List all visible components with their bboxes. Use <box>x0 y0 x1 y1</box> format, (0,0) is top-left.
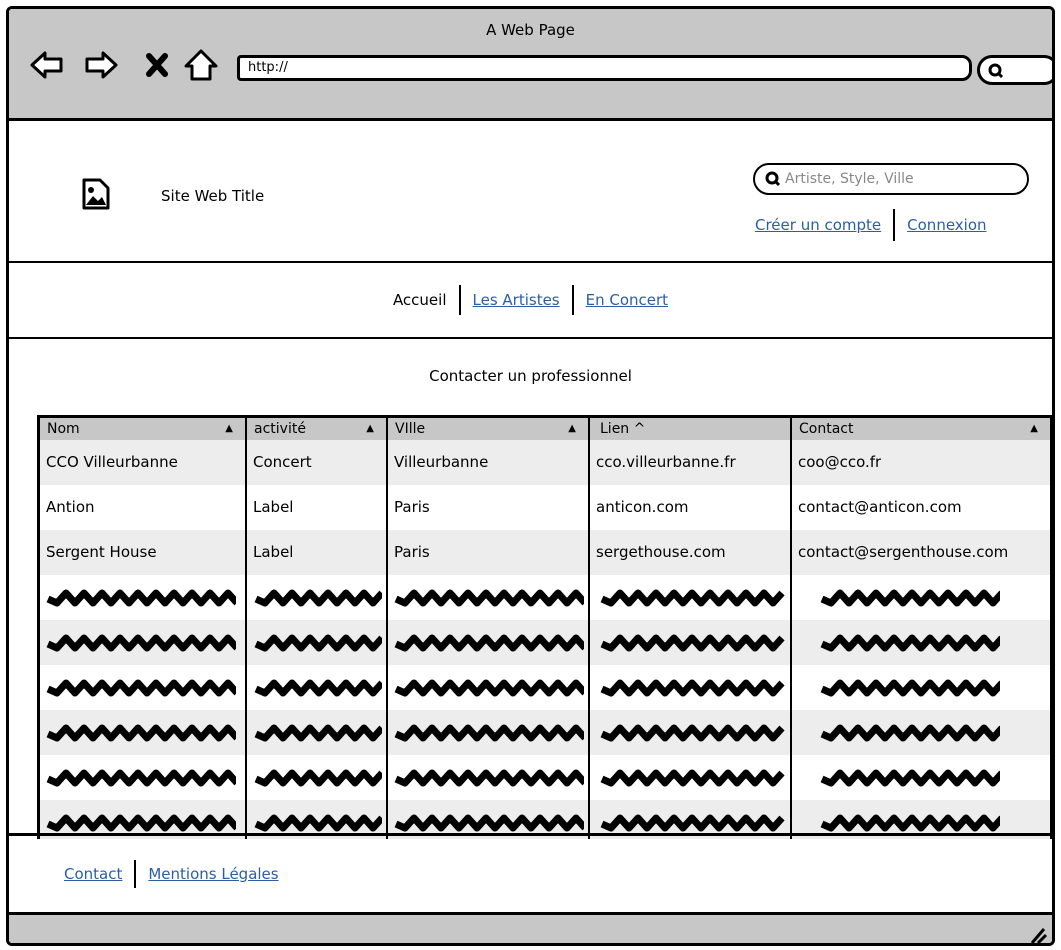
footer-legal-link[interactable]: Mentions Légales <box>148 865 278 883</box>
sort-up-icon[interactable]: ▲ <box>366 418 374 440</box>
back-arrow-icon[interactable] <box>29 47 65 83</box>
redacted-text <box>46 634 236 652</box>
redacted-text <box>600 724 785 742</box>
cell-ville: Villeurbanne <box>394 453 489 471</box>
home-icon[interactable] <box>183 47 219 83</box>
sort-up-icon[interactable]: ▲ <box>1030 418 1038 440</box>
redacted-text <box>820 589 1000 607</box>
browser-search-button[interactable] <box>977 55 1052 85</box>
account-links: Créer un compte Connexion <box>755 209 987 241</box>
site-header: Site Web Title Artiste, Style, Ville Cré… <box>9 121 1052 263</box>
divider <box>893 209 896 241</box>
cell-nom: Sergent House <box>46 543 157 561</box>
redacted-text <box>254 679 382 697</box>
page-title: Contacter un professionnel <box>429 367 632 385</box>
cell-contact: contact@sergenthouse.com <box>798 543 1009 561</box>
cell-nom: CCO Villeurbanne <box>46 453 178 471</box>
redacted-text <box>254 634 382 652</box>
header-label: Nom <box>47 421 80 437</box>
redacted-text <box>600 814 785 832</box>
browser-toolbar: A Web Page http:// <box>9 9 1052 121</box>
search-placeholder: Artiste, Style, Ville <box>785 171 914 187</box>
cell-lien: sergethouse.com <box>596 543 726 561</box>
site-title: Site Web Title <box>161 187 265 205</box>
forward-arrow-icon[interactable] <box>83 47 119 83</box>
nav-item-artists[interactable]: Les Artistes <box>473 291 560 309</box>
cell-contact: coo@cco.fr <box>798 453 882 471</box>
redacted-text <box>46 769 236 787</box>
cell-activite: Concert <box>253 453 312 471</box>
redacted-text <box>820 679 1000 697</box>
redacted-text <box>46 679 236 697</box>
url-input[interactable]: http:// <box>237 55 972 81</box>
divider <box>134 860 137 888</box>
redacted-text <box>254 724 382 742</box>
site-search-input[interactable]: Artiste, Style, Ville <box>753 163 1029 195</box>
column-header-activite[interactable]: activité ▲ <box>247 418 386 440</box>
redacted-text <box>600 589 785 607</box>
header-label: Contact <box>799 421 854 437</box>
search-icon <box>988 63 1004 79</box>
redacted-text <box>820 814 1000 832</box>
sort-up-icon[interactable]: ▲ <box>568 418 576 440</box>
header-label: VIlle <box>395 421 426 437</box>
cell-lien: cco.villeurbanne.fr <box>596 453 736 471</box>
column-header-ville[interactable]: VIlle ▲ <box>388 418 588 440</box>
sort-up-icon[interactable]: ▲ <box>225 418 233 440</box>
redacted-text <box>394 589 584 607</box>
redacted-text <box>394 679 584 697</box>
nav-item-concerts[interactable]: En Concert <box>586 291 668 309</box>
redacted-text <box>394 769 584 787</box>
create-account-link[interactable]: Créer un compte <box>755 216 881 234</box>
redacted-text <box>394 814 584 832</box>
redacted-text <box>46 589 236 607</box>
image-icon <box>82 178 110 210</box>
divider <box>458 285 461 315</box>
cell-ville: Paris <box>394 498 430 516</box>
redacted-text <box>394 634 584 652</box>
redacted-text <box>820 724 1000 742</box>
redacted-text <box>46 814 236 832</box>
cell-activite: Label <box>253 498 294 516</box>
redacted-text <box>600 634 785 652</box>
redacted-text <box>46 724 236 742</box>
cell-lien: anticon.com <box>596 498 689 516</box>
cell-ville: Paris <box>394 543 430 561</box>
site-footer: Contact Mentions Légales <box>9 833 1052 915</box>
column-header-contact[interactable]: Contact ▲ <box>792 418 1050 440</box>
status-bar <box>9 915 1052 945</box>
redacted-text <box>254 814 382 832</box>
browser-window: A Web Page http:// Site Web Title Artist… <box>6 6 1055 946</box>
redacted-text <box>600 769 785 787</box>
header-label: activité <box>254 421 306 437</box>
cell-activite: Label <box>253 543 294 561</box>
stop-icon[interactable] <box>139 47 175 83</box>
redacted-text <box>394 724 584 742</box>
search-icon <box>765 171 781 187</box>
redacted-text <box>820 769 1000 787</box>
redacted-text <box>254 589 382 607</box>
divider <box>571 285 574 315</box>
resize-grip-icon[interactable] <box>1024 925 1048 945</box>
login-link[interactable]: Connexion <box>907 216 986 234</box>
column-header-nom[interactable]: Nom ▲ <box>40 418 245 440</box>
redacted-text <box>254 769 382 787</box>
redacted-text <box>600 679 785 697</box>
header-label: Lien ^ <box>600 421 646 437</box>
cell-contact: contact@anticon.com <box>798 498 962 516</box>
cell-nom: Antion <box>46 498 95 516</box>
redacted-text <box>820 634 1000 652</box>
column-header-lien[interactable]: Lien ^ <box>590 418 790 440</box>
nav-item-home[interactable]: Accueil <box>393 291 447 309</box>
main-nav: Accueil Les Artistes En Concert <box>9 263 1052 339</box>
window-title: A Web Page <box>486 21 575 39</box>
footer-contact-link[interactable]: Contact <box>64 865 122 883</box>
contacts-table[interactable]: Nom ▲ CCO Villeurbanne Antion Sergent Hou… <box>37 415 1052 839</box>
